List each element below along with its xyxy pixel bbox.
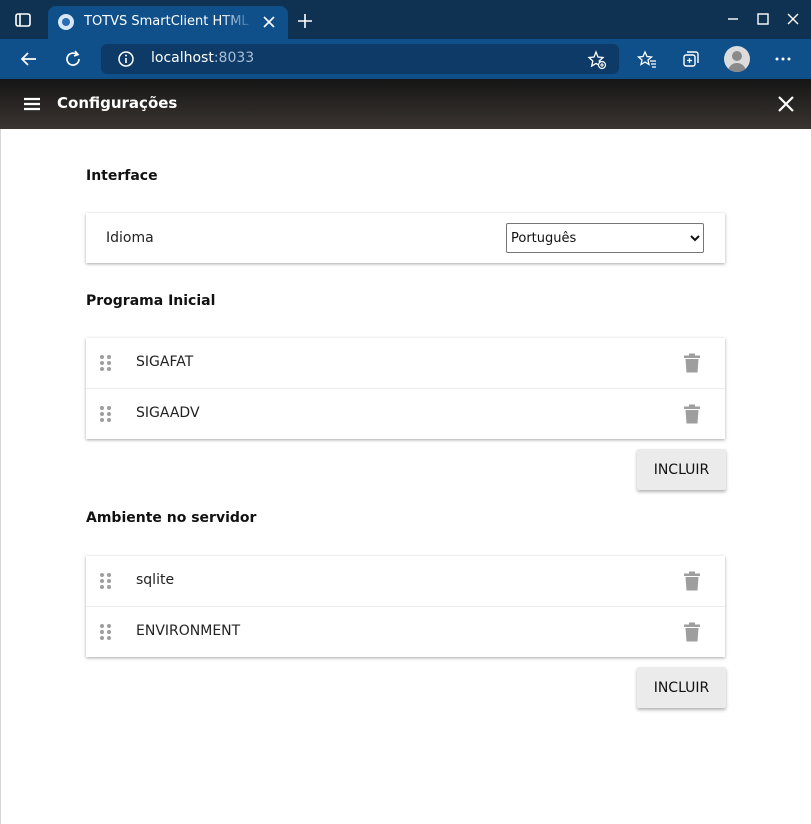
drag-handle-icon[interactable]	[100, 624, 112, 640]
list-item: SIGAFAT	[86, 338, 725, 389]
list-item: ENVIRONMENT	[86, 607, 725, 657]
app-header: Configurações	[0, 79, 811, 129]
add-programa-button[interactable]: INCLUIR	[637, 449, 726, 490]
section-title-programa-inicial: Programa Inicial	[86, 293, 216, 309]
maximize-icon[interactable]	[756, 11, 770, 25]
site-info-icon[interactable]	[117, 50, 135, 68]
collections-icon[interactable]	[681, 49, 701, 69]
window-left-border	[0, 129, 1, 824]
delete-icon[interactable]	[683, 404, 701, 424]
tab-actions-icon[interactable]	[14, 11, 32, 29]
add-ambiente-button[interactable]: INCLUIR	[637, 667, 726, 708]
section-title-ambiente: Ambiente no servidor	[86, 510, 257, 526]
page-title: Configurações	[57, 94, 178, 112]
delete-icon[interactable]	[683, 622, 701, 642]
new-tab-icon[interactable]	[296, 12, 314, 30]
hamburger-menu-icon[interactable]	[22, 94, 42, 114]
browser-navbar: localhost:8033	[0, 39, 811, 79]
section-title-interface: Interface	[86, 168, 158, 184]
drag-handle-icon[interactable]	[100, 355, 112, 371]
delete-icon[interactable]	[683, 571, 701, 591]
delete-icon[interactable]	[683, 353, 701, 373]
drag-handle-icon[interactable]	[100, 406, 112, 422]
list-item: SIGAADV	[86, 389, 725, 439]
ambiente-list: sqlite ENVIRONMENT	[86, 556, 725, 657]
language-select[interactable]: Português	[506, 223, 704, 253]
tab-close-icon[interactable]	[260, 13, 278, 31]
list-item: sqlite	[86, 556, 725, 607]
window-close-icon[interactable]	[786, 11, 800, 25]
programa-inicial-list: SIGAFAT SIGAADV	[86, 338, 725, 439]
interface-card: Idioma Português	[86, 213, 725, 263]
more-options-icon[interactable]	[773, 49, 793, 69]
browser-tabbar: TOTVS SmartClient HTML - Página	[0, 0, 811, 39]
minimize-icon[interactable]	[726, 11, 740, 25]
list-item-label: ENVIRONMENT	[136, 623, 241, 639]
url-port: :8033	[213, 50, 255, 66]
favorites-icon[interactable]	[636, 49, 657, 69]
reload-icon[interactable]	[63, 49, 83, 69]
address-bar[interactable]: localhost:8033	[101, 44, 619, 74]
close-icon[interactable]	[776, 94, 796, 114]
list-item-label: sqlite	[136, 572, 175, 588]
back-arrow-icon[interactable]	[19, 49, 39, 69]
profile-avatar[interactable]	[724, 46, 750, 72]
tab-title: TOTVS SmartClient HTML - Página	[84, 14, 254, 29]
favicon-icon	[58, 14, 74, 30]
language-label: Idioma	[106, 230, 154, 246]
add-favorite-icon[interactable]	[587, 50, 607, 70]
drag-handle-icon[interactable]	[100, 573, 112, 589]
list-item-label: SIGAADV	[136, 405, 200, 421]
url-host: localhost	[151, 50, 214, 66]
url-text: localhost:8033	[151, 50, 254, 66]
browser-tab-active[interactable]: TOTVS SmartClient HTML - Página	[48, 6, 288, 39]
list-item-label: SIGAFAT	[136, 354, 194, 370]
